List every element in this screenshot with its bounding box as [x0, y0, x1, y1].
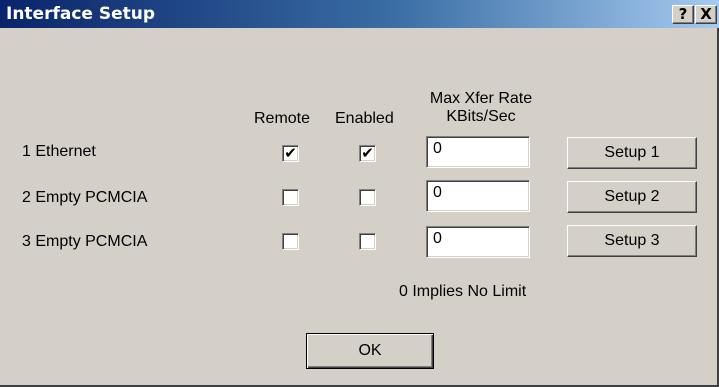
interface-1-enabled-checkbox[interactable]: ✔	[359, 145, 376, 162]
setup-3-button[interactable]: Setup 3	[567, 225, 697, 257]
close-button[interactable]: X	[695, 5, 717, 24]
rate-header-line2: KBits/Sec	[446, 108, 516, 125]
interface-2-enabled-checkbox[interactable]	[359, 189, 376, 206]
interface-3-remote-checkbox[interactable]	[282, 233, 299, 250]
rate-column-header: Max Xfer Rate KBits/Sec	[416, 90, 546, 126]
remote-column-header: Remote	[254, 110, 311, 127]
no-limit-note: 0 Implies No Limit	[399, 283, 527, 300]
setup-1-button[interactable]: Setup 1	[567, 137, 697, 169]
help-button[interactable]: ?	[672, 5, 694, 24]
interface-2-remote-checkbox[interactable]	[282, 189, 299, 206]
setup-2-button[interactable]: Setup 2	[567, 181, 697, 213]
ok-button[interactable]: OK	[306, 333, 434, 369]
interface-2-label: 2 Empty PCMCIA	[22, 189, 148, 206]
rate-header-line1: Max Xfer Rate	[429, 90, 533, 107]
interface-1-label: 1 Ethernet	[22, 143, 96, 160]
title-bar[interactable]: Interface Setup ? X	[0, 0, 719, 28]
interface-1-remote-checkbox[interactable]: ✔	[282, 145, 299, 162]
interface-2-rate-input[interactable]: 0	[426, 180, 530, 212]
interface-3-enabled-checkbox[interactable]	[359, 233, 376, 250]
interface-3-label: 3 Empty PCMCIA	[22, 233, 148, 250]
interface-setup-dialog: Interface Setup ? X Remote Enabled Max X…	[0, 0, 719, 387]
interface-3-rate-input[interactable]: 0	[426, 226, 530, 258]
interface-1-rate-input[interactable]: 0	[426, 136, 530, 168]
enabled-column-header: Enabled	[335, 110, 394, 127]
window-title: Interface Setup	[6, 4, 156, 24]
